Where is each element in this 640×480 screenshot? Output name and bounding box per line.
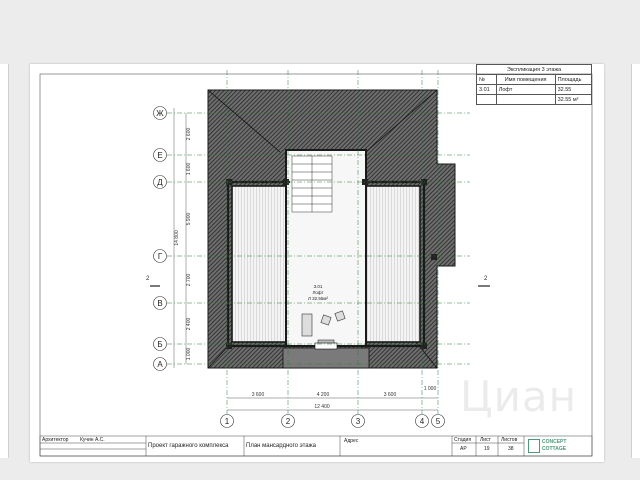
room-name: Лофт [312,290,323,295]
explication-table: Экспликация 3 этажа № Имя помещения Площ… [476,64,593,105]
logo-line1: CONCEPT [542,439,567,445]
left-floor-area [231,185,287,343]
stamp-person: Кучин А.С. [80,437,105,443]
stamp-sheets: 38 [508,446,514,452]
stamp-role: Архитектор [42,437,69,443]
stamp-stage: АР [460,446,467,452]
dim-vertical: 1 600 [186,163,192,176]
col-area-header: Площадь [554,74,593,85]
stamp-sheet: 19 [484,446,490,452]
column-axis-label: 1 [225,417,230,426]
row-axis-label: Д [157,178,163,187]
stamp-sheets-label: Листов [501,437,518,443]
row-axis-label: В [157,299,162,308]
left-neighbor-card [0,64,9,458]
dim-vertical: 2 700 [186,274,192,287]
row-axis-label: Б [157,340,162,349]
col-number-header: № [476,74,497,85]
room-number: 3.01 [314,284,323,289]
section-mark-left: 2 [146,276,150,282]
row-axis-label: Ж [156,109,164,118]
logo-line2: COTTAGE [542,446,567,452]
section-mark-right: 2 [484,276,488,282]
column-axis-bubbles: 1 2 3 4 5 [220,414,445,428]
right-floor-area [365,185,421,343]
logo-mark-icon [528,439,540,453]
dim-horizontal-total: 12 400 [314,404,330,410]
column-axis-label: 4 [420,417,425,426]
stamp-sheet-label: Лист [480,437,491,443]
dim-vertical-total: 14 800 [174,230,180,246]
row-axis-label: Е [157,151,162,160]
entry-notch [282,347,370,369]
staircase [291,155,333,213]
dim-horizontal: 3 600 [252,392,265,398]
row-area: 32.55 [554,84,593,95]
dim-vertical: 2 400 [186,318,192,331]
stamp-address-label: Адрес [344,438,359,444]
row-axis-label: Г [158,252,163,261]
row-name: Лофт [495,84,556,95]
room-area: Л 32.55м² [308,296,329,301]
vertical-dimension-labels: 2 600 1 600 5 900 2 700 2 400 1 000 14 8… [174,128,192,361]
title-block-texts: Архитектор Кучин А.С. Проект гаражного к… [40,436,592,456]
row-axis-label: А [157,360,163,369]
stamp-stage-label: Стадия [454,437,472,443]
dim-horizontal: 4 200 [317,392,330,398]
col-name-header: Имя помещения [495,74,556,85]
dim-horizontal: 1 000 [424,386,437,392]
explication-title: Экспликация 3 этажа [476,64,592,75]
row-number: 3.01 [476,84,497,95]
stamp-project: Проект гаражного комплекса [148,443,229,449]
right-neighbor-card [631,64,640,458]
horizontal-dimensions [227,397,438,411]
column-axis-label: 2 [286,417,291,426]
dim-vertical: 5 900 [186,213,192,226]
dim-horizontal: 3 600 [384,392,397,398]
column-axis-label: 3 [356,417,361,426]
row-axis-bubbles: Ж Е Д Г В Б А [153,106,167,371]
total-area: 32.55 м² [554,94,593,105]
dim-vertical: 2 600 [186,128,192,141]
dim-vertical: 1 000 [186,348,192,361]
watermark: Циан [460,372,578,421]
stamp-sheet-name: План мансардного этажа [246,443,316,449]
column-axis-label: 5 [436,417,441,426]
